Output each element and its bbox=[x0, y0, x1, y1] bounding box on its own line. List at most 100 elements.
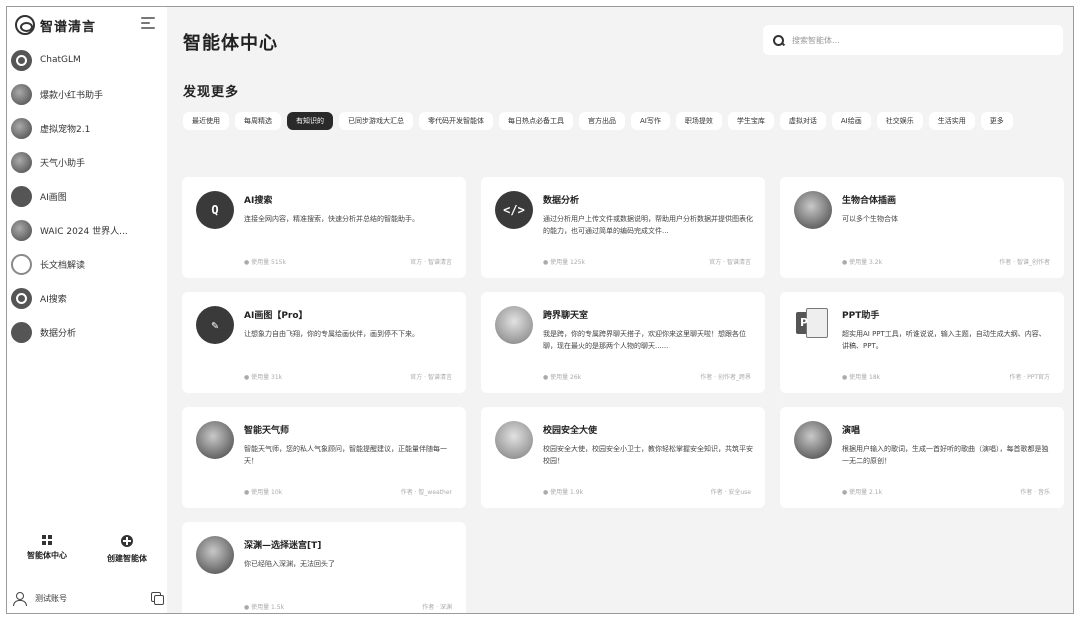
agent-meta: ● 使用量 18k 作者 · PPT官方 bbox=[842, 372, 1050, 381]
sidebar-item-label: 天气小助手 bbox=[40, 158, 86, 169]
agent-name: 跨界聊天室 bbox=[543, 311, 589, 321]
agent-description: 你已经陷入深渊，无法回头了 bbox=[244, 560, 335, 568]
agent-card[interactable]: 深渊—选择迷宫[T] 你已经陷入深渊，无法回头了 ● 使用量 1.5k 作者 · 深渊 bbox=[182, 522, 466, 613]
agent-avatar-icon bbox=[11, 117, 32, 139]
agent-glyph-icon: </> bbox=[503, 203, 525, 217]
sidebar-item[interactable]: 虚拟宠物2.1 bbox=[7, 111, 167, 145]
agent-usage: ● 使用量 31k bbox=[244, 374, 283, 381]
agent-meta: ● 使用量 2.1k 作者 · 音乐 bbox=[842, 487, 1050, 496]
agent-author: 作者 · 智谱_创作者 bbox=[999, 259, 1050, 266]
sidebar-item[interactable]: 爆款小红书助手 bbox=[7, 77, 167, 111]
sidebar-item[interactable]: WAIC 2024 世界人... bbox=[7, 213, 167, 247]
agent-avatar-icon bbox=[11, 49, 32, 71]
agent-card[interactable]: ✎ AI画图【Pro】 让想象力自由飞翔，你的专属绘画伙伴，画到停不下来。 ● 使用量… bbox=[182, 292, 466, 393]
category-tab[interactable]: 更多 bbox=[980, 112, 1013, 130]
agent-author: 作者 · PPT官方 bbox=[1009, 374, 1050, 381]
agent-description: 超实用AI PPT工具，听谁说说，输入主题，自动生成大纲、内容、讲稿、PPT。 bbox=[842, 330, 1046, 350]
agent-card[interactable]: 生物合体插画 可以多个生物合体 ● 使用量 3.2k 作者 · 智谱_创作者 bbox=[780, 177, 1064, 278]
category-tab[interactable]: 社交娱乐 bbox=[876, 112, 923, 130]
agent-card[interactable]: 智能天气师 智能天气师，您的私人气象顾问，智能提醒建议，正能量伴随每一天！ ● 使用… bbox=[182, 407, 466, 508]
sidebar: 智谱清言 ChatGLM 爆款小红书助手虚拟宠物2.1 天气小助手 AI画图 WAIC … bbox=[7, 7, 167, 613]
sidebar-agent-list: ChatGLM 爆款小红书助手虚拟宠物2.1 天气小助手 AI画图 WAIC 2024 … bbox=[7, 43, 167, 349]
category-tab[interactable]: 虚拟对话 bbox=[779, 112, 826, 130]
sidebar-item[interactable]: ChatGLM bbox=[7, 43, 167, 77]
agent-name: 数据分析 bbox=[543, 196, 580, 206]
agent-description: 可以多个生物合体 bbox=[842, 215, 898, 223]
sidebar-item-label: AI搜索 bbox=[40, 294, 67, 305]
search-input[interactable] bbox=[792, 35, 1042, 45]
category-tab[interactable]: 每日热点必备工具 bbox=[499, 112, 573, 130]
agent-author: 作者 · 安全use bbox=[710, 489, 751, 496]
sidebar-item-label: 虚拟宠物2.1 bbox=[40, 124, 91, 135]
agent-card[interactable]: Q AI搜索 连接全网内容，精准搜索，快速分析并总结的智能助手。 ● 使用量 515k… bbox=[182, 177, 466, 278]
agent-description: 通过分析用户上传文件或数据说明，帮助用户分析数据并提供图表化的能力，也可通过简单… bbox=[543, 215, 753, 235]
agent-card[interactable]: PPT助手超实用AI PPT工具，听谁说说，输入主题，自动生成大纲、内容、讲稿、… bbox=[780, 292, 1064, 393]
agent-card-grid: Q AI搜索 连接全网内容，精准搜索，快速分析并总结的智能助手。 ● 使用量 515k… bbox=[182, 177, 1066, 613]
create-agent-label: 创建智能体 bbox=[107, 554, 147, 563]
agent-description: 校园安全大使，校园安全小卫士，教你轻松掌握安全知识，共筑平安校园！ bbox=[543, 445, 753, 465]
sidebar-item[interactable]: 数据分析 bbox=[7, 315, 167, 349]
agent-meta: ● 使用量 125k 官方 · 智谱清言 bbox=[543, 257, 751, 266]
agent-card[interactable]: 演唱 根据用户输入的歌词，生成一首好听的歌曲（演唱），每首歌都是独一无二的原创！ ●… bbox=[780, 407, 1064, 508]
category-tab[interactable]: 有知识的 bbox=[287, 112, 333, 130]
sidebar-item[interactable]: AI画图 bbox=[7, 179, 167, 213]
sidebar-item-label: 数据分析 bbox=[40, 328, 77, 339]
sidebar-item[interactable]: AI搜索 bbox=[7, 281, 167, 315]
page-title: 智能体中心 bbox=[183, 33, 278, 54]
create-agent-button[interactable]: 创建智能体 bbox=[87, 535, 167, 575]
agent-avatar-icon bbox=[11, 219, 32, 241]
agent-usage: ● 使用量 2.1k bbox=[842, 489, 883, 496]
agent-avatar-icon bbox=[11, 253, 32, 275]
agent-author: 官方 · 智谱清言 bbox=[709, 259, 751, 266]
brand[interactable]: 智谱清言 bbox=[15, 14, 96, 36]
agent-usage: ● 使用量 10k bbox=[244, 489, 283, 496]
agent-avatar-icon bbox=[794, 191, 832, 229]
category-tab[interactable]: 零代码开发智能体 bbox=[419, 112, 493, 130]
sidebar-item-label: ChatGLM bbox=[40, 55, 81, 65]
agent-name: 校园安全大使 bbox=[543, 426, 598, 436]
collapse-sidebar-icon[interactable] bbox=[141, 17, 155, 29]
agent-meta: ● 使用量 10k 作者 · 智_weather bbox=[244, 487, 452, 496]
agent-avatar-icon: ✎ bbox=[196, 306, 234, 344]
section-title: 发现更多 bbox=[183, 85, 240, 100]
category-tab[interactable]: 已同步游戏大汇总 bbox=[339, 112, 413, 130]
agent-avatar-icon bbox=[495, 306, 533, 344]
category-tab[interactable]: 最近使用 bbox=[183, 112, 229, 130]
app-window: 智谱清言 ChatGLM 爆款小红书助手虚拟宠物2.1 天气小助手 AI画图 WAIC … bbox=[6, 6, 1074, 614]
agent-author: 官方 · 智谱清言 bbox=[410, 259, 452, 266]
category-tab[interactable]: AI写作 bbox=[631, 112, 670, 130]
category-tab[interactable]: 生活实用 bbox=[928, 112, 975, 130]
sidebar-item-label: WAIC 2024 世界人... bbox=[40, 226, 128, 237]
agent-meta: ● 使用量 26k 作者 · 创作者_跨界 bbox=[543, 372, 751, 381]
agent-glyph-icon: ✎ bbox=[211, 318, 219, 332]
agent-description: 让想象力自由飞翔，你的专属绘画伙伴，画到停不下来。 bbox=[244, 330, 419, 338]
category-tab[interactable]: 每周精选 bbox=[235, 112, 281, 130]
agent-card[interactable]: </> 数据分析通过分析用户上传文件或数据说明，帮助用户分析数据并提供图表化的能力… bbox=[481, 177, 765, 278]
agent-author: 作者 · 创作者_跨界 bbox=[700, 374, 751, 381]
sidebar-item[interactable]: 长文档解读 bbox=[7, 247, 167, 281]
search-box[interactable] bbox=[763, 25, 1063, 55]
agent-card[interactable]: 校园安全大使校园安全大使，校园安全小卫士，教你轻松掌握安全知识，共筑平安校园！ ●… bbox=[481, 407, 765, 508]
category-tab[interactable]: 职场提效 bbox=[675, 112, 722, 130]
agent-meta: ● 使用量 31k 官方 · 智谱清言 bbox=[244, 372, 452, 381]
agent-meta: ● 使用量 1.9k 作者 · 安全use bbox=[543, 487, 751, 496]
category-tab[interactable]: 学生宝库 bbox=[727, 112, 774, 130]
category-tab[interactable]: 官方出品 bbox=[579, 112, 625, 130]
agent-avatar-icon bbox=[196, 421, 234, 459]
account-row[interactable]: 测试账号 bbox=[13, 589, 164, 607]
search-icon bbox=[773, 34, 784, 46]
agent-avatar-icon bbox=[11, 83, 32, 105]
agent-usage: ● 使用量 125k bbox=[543, 259, 585, 266]
agent-center-label: 智能体中心 bbox=[27, 551, 67, 560]
sidebar-item[interactable]: 天气小助手 bbox=[7, 145, 167, 179]
agent-author: 作者 · 智_weather bbox=[400, 489, 452, 496]
category-tab[interactable]: AI绘画 bbox=[831, 112, 871, 130]
agent-center-button[interactable]: 智能体中心 bbox=[7, 535, 87, 575]
agent-usage: ● 使用量 1.5k bbox=[244, 604, 285, 611]
agent-card[interactable]: 跨界聊天室 我是跨，你的专属跨界聊天搭子，欢迎你来这里聊天啦！想跟各位聊，现在最火… bbox=[481, 292, 765, 393]
agent-usage: ● 使用量 515k bbox=[244, 259, 286, 266]
copy-icon[interactable] bbox=[151, 592, 164, 605]
agent-avatar-icon bbox=[196, 536, 234, 574]
agent-avatar-icon bbox=[11, 287, 32, 309]
brand-name: 智谱清言 bbox=[40, 19, 97, 35]
